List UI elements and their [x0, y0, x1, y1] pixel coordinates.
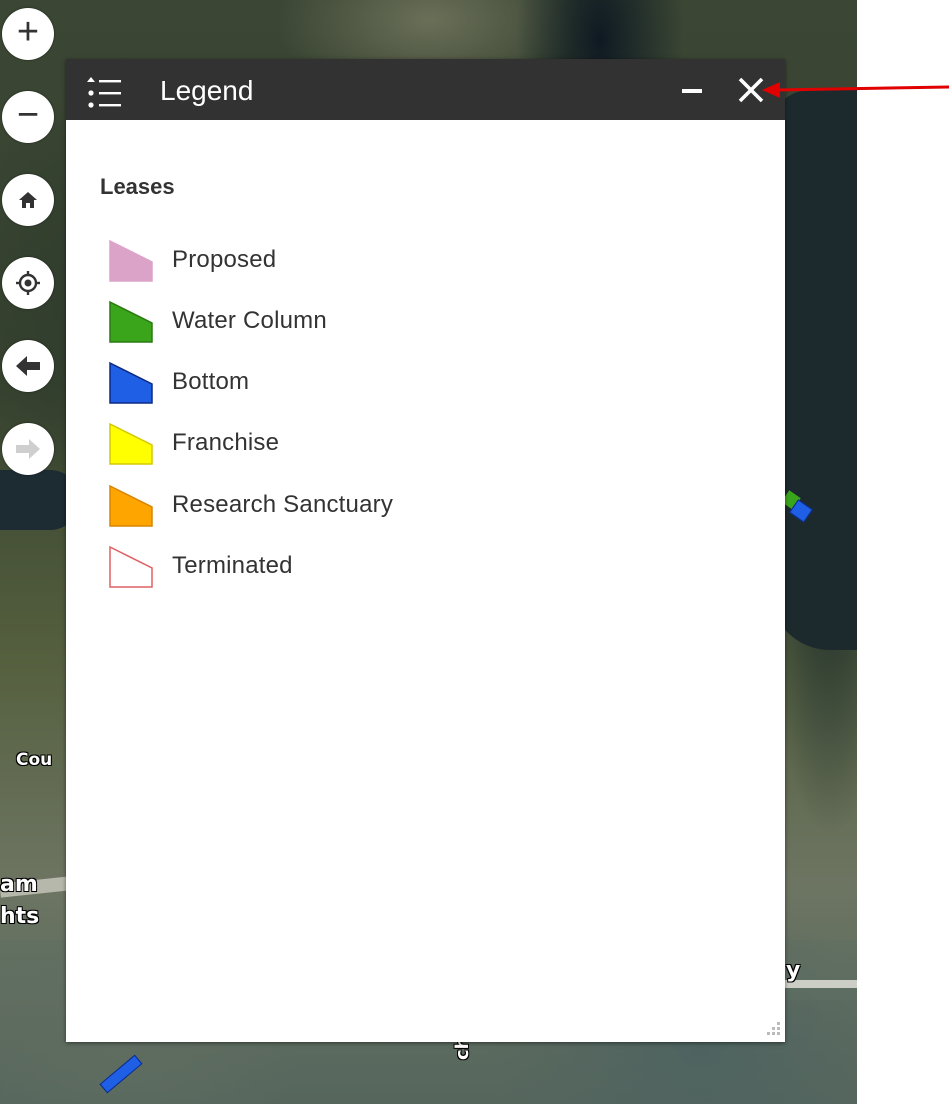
zoom-in-button[interactable]: +: [2, 8, 54, 60]
legend-item-franchise: Franchise: [108, 422, 608, 466]
legend-swatch: [109, 361, 153, 404]
legend-swatch: [109, 545, 153, 588]
legend-panel-header[interactable]: Legend: [66, 59, 785, 120]
legend-item-label: Bottom: [172, 368, 250, 395]
swatch-shape: [109, 484, 153, 527]
map-place-label: am: [0, 872, 38, 897]
home-button[interactable]: [2, 174, 54, 226]
legend-panel: Legend Leases Proposed Water Column Bott…: [66, 59, 785, 1042]
legend-item-label: Research Sanctuary: [172, 491, 394, 518]
legend-section-title: Leases: [100, 174, 175, 199]
minus-icon: −: [16, 94, 40, 136]
previous-extent-button[interactable]: [2, 340, 54, 392]
legend-item-label: Proposed: [172, 246, 277, 273]
map-place-label: hts: [0, 904, 40, 929]
swatch-shape: [109, 239, 153, 282]
legend-item-terminated: Terminated: [108, 545, 608, 589]
map-place-label: Cou: [16, 750, 53, 770]
legend-item-research-sanctuary: Research Sanctuary: [108, 484, 608, 528]
swatch-shape: [109, 422, 153, 465]
annotation-arrow-icon: [762, 82, 949, 98]
legend-title: Legend: [160, 75, 254, 106]
legend-item-water-column: Water Column: [108, 300, 608, 344]
legend-swatch: [109, 300, 153, 343]
legend-item-proposed: Proposed: [108, 239, 608, 283]
arrow-left-icon: [16, 356, 40, 376]
legend-swatch: [109, 422, 153, 465]
swatch-shape: [109, 361, 153, 404]
next-extent-button[interactable]: [2, 423, 54, 475]
legend-item-label: Water Column: [172, 307, 327, 334]
legend-item-bottom: Bottom: [108, 361, 608, 405]
resize-grip-icon[interactable]: [763, 1020, 781, 1038]
zoom-out-button[interactable]: −: [2, 91, 54, 143]
map-lease-bottom-south[interactable]: [99, 1054, 143, 1094]
swatch-shape: [109, 300, 153, 343]
home-icon: [19, 192, 37, 208]
legend-item-label: Terminated: [172, 552, 293, 579]
crosshair-icon: [16, 271, 40, 295]
legend-item-label: Franchise: [172, 429, 280, 456]
map-place-label: y: [786, 958, 801, 983]
plus-icon: +: [16, 11, 40, 53]
minimize-button[interactable]: [682, 89, 702, 93]
legend-swatch: [109, 239, 153, 282]
arrow-right-icon: [16, 439, 40, 459]
list-icon: [87, 77, 121, 108]
locate-button[interactable]: [2, 257, 54, 309]
legend-swatch: [109, 484, 153, 527]
swatch-shape: [109, 545, 153, 588]
